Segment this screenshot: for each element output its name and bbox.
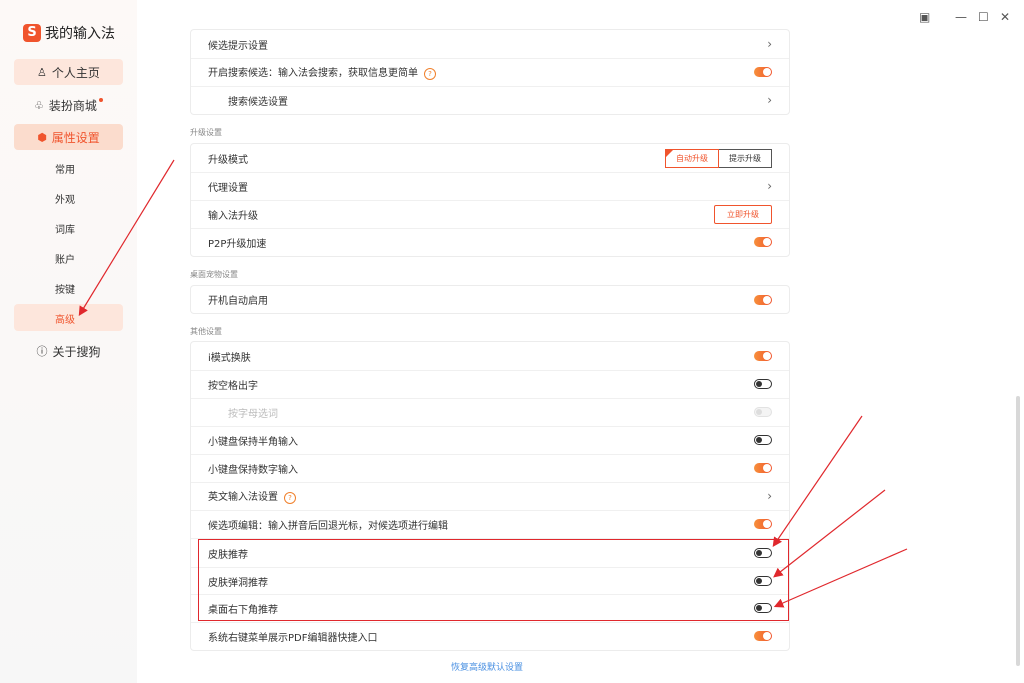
arrow-to-skin-popup: [773, 489, 886, 578]
arrow-to-skin-recommend: [772, 415, 863, 547]
arrow-to-advanced: [78, 159, 175, 317]
arrow-to-desktop-corner: [773, 548, 908, 608]
annotation-arrows: [78, 159, 908, 608]
